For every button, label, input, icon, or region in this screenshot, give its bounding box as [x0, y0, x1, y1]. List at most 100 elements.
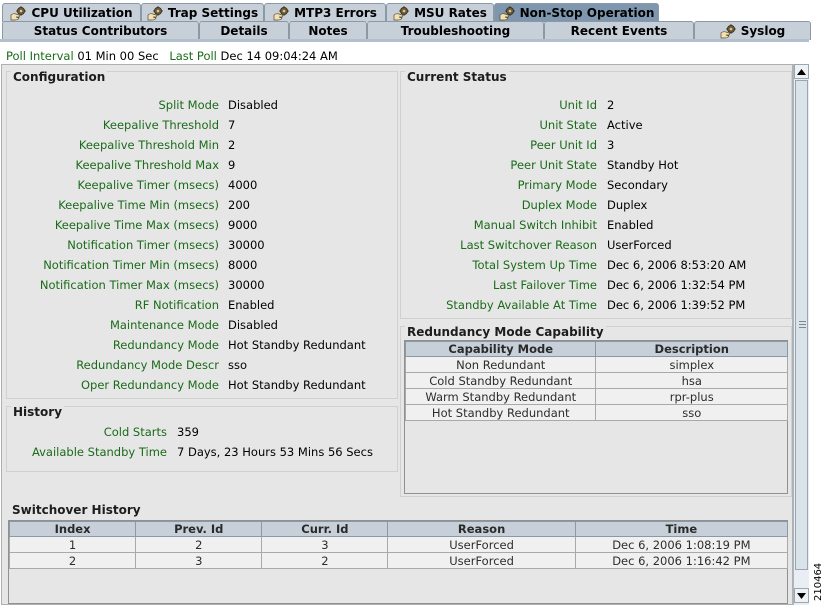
- table-cell: UserForced: [387, 536, 576, 553]
- field-label: Unit Id: [559, 98, 597, 112]
- field-row: Peer Unit State Standby Hot: [401, 158, 791, 178]
- field-row: Cold Starts 359: [7, 425, 397, 445]
- table-row[interactable]: Warm Standby Redundant rpr-plus: [404, 388, 788, 405]
- field-row: Keepalive Threshold 7: [7, 118, 397, 138]
- field-value: 7 Days, 23 Hours 53 Mins 56 Secs: [177, 445, 373, 459]
- tab-mtp3-errors[interactable]: MTP3 Errors: [264, 3, 386, 22]
- grip-line: [799, 324, 806, 325]
- configuration-title: Configuration: [11, 70, 108, 84]
- table-cell: Warm Standby Redundant: [404, 388, 597, 405]
- switchover-history-title: Switchover History: [10, 503, 143, 517]
- tab-cpu-utilization[interactable]: CPU Utilization: [2, 3, 141, 22]
- table-cell: hsa: [595, 372, 788, 389]
- tab-recent-events[interactable]: Recent Events: [544, 21, 694, 40]
- table-cell: 1: [8, 536, 137, 553]
- table-row[interactable]: Cold Standby Redundant hsa: [404, 372, 788, 389]
- poll-interval-label: Poll Interval: [6, 49, 74, 63]
- scroll-down-button[interactable]: [794, 588, 809, 603]
- tab-notes[interactable]: Notes: [289, 21, 367, 40]
- tab-label: MTP3 Errors: [294, 6, 377, 20]
- field-row: Keepalive Timer (msecs) 4000: [7, 178, 397, 198]
- arrow-down-icon: [797, 592, 806, 599]
- configuration-group: Configuration Split Mode Disabled Keepaliv…: [6, 70, 398, 399]
- field-label: Notification Timer Min (msecs): [43, 258, 219, 272]
- gear-hand-icon: [393, 5, 410, 21]
- column-header[interactable]: Description: [595, 341, 788, 357]
- vertical-scrollbar[interactable]: [793, 64, 809, 605]
- gear-hand-icon: [147, 5, 164, 21]
- grip-line: [799, 327, 806, 328]
- field-value: Active: [607, 118, 643, 132]
- poll-interval-value: 01 Min 00 Sec: [77, 49, 159, 63]
- field-row: Redundancy Mode Hot Standby Redundant: [7, 338, 397, 358]
- redundancy-capability-table: Capability Mode Description Non Redundant…: [404, 341, 788, 421]
- tab-msu-rates[interactable]: MSU Rates: [386, 3, 494, 22]
- field-row: Primary Mode Secondary: [401, 178, 791, 198]
- scrollbar-thumb[interactable]: [795, 80, 808, 570]
- field-row: Maintenance Mode Disabled: [7, 318, 397, 338]
- column-header[interactable]: Index: [8, 521, 137, 537]
- table-row[interactable]: Hot Standby Redundant sso: [404, 404, 788, 421]
- table-cell: sso: [595, 404, 788, 421]
- field-label: Oper Redundancy Mode: [81, 378, 219, 392]
- column-header[interactable]: Curr. Id: [261, 521, 389, 537]
- table-cell: Non Redundant: [404, 356, 597, 373]
- field-row: Peer Unit Id 3: [401, 138, 791, 158]
- field-value: 4000: [228, 178, 258, 192]
- column-header[interactable]: Reason: [387, 521, 576, 537]
- tab-troubleshooting[interactable]: Troubleshooting: [367, 21, 544, 40]
- tab-band: [0, 39, 809, 42]
- field-row: Unit State Active: [401, 118, 791, 138]
- field-value: Dec 6, 2006 8:53:20 AM: [607, 258, 747, 272]
- field-value: Disabled: [228, 98, 278, 112]
- main-panel: Configuration Split Mode Disabled Keepaliv…: [1, 64, 793, 605]
- table-cell: 2: [8, 552, 137, 569]
- field-label: Split Mode: [158, 98, 220, 112]
- tab-label: MSU Rates: [414, 6, 487, 20]
- table-row[interactable]: 2 3 2 UserForced Dec 6, 2006 1:16:42 PM: [8, 552, 789, 569]
- field-label: Manual Switch Inhibit: [473, 218, 597, 232]
- grip-line: [799, 321, 806, 322]
- last-poll-label: Last Poll: [169, 49, 217, 63]
- field-label: Keepalive Time Min (msecs): [58, 198, 219, 212]
- field-label: Redundancy Mode Descr: [76, 358, 219, 372]
- field-row: Split Mode Disabled: [7, 98, 397, 118]
- field-value: Secondary: [607, 178, 668, 192]
- column-header[interactable]: Time: [574, 521, 789, 537]
- tab-syslog[interactable]: Syslog: [694, 21, 811, 40]
- column-header[interactable]: Prev. Id: [135, 521, 263, 537]
- field-row: Total System Up Time Dec 6, 2006 8:53:20 …: [401, 258, 791, 278]
- scroll-up-button[interactable]: [794, 64, 809, 79]
- column-header[interactable]: Capability Mode: [404, 341, 597, 357]
- field-row: Keepalive Threshold Min 2: [7, 138, 397, 158]
- field-label: Duplex Mode: [521, 198, 597, 212]
- field-value: 2: [228, 138, 236, 152]
- field-label: Primary Mode: [517, 178, 597, 192]
- table-cell: Hot Standby Redundant: [404, 404, 597, 421]
- field-value: Disabled: [228, 318, 278, 332]
- gear-hand-icon: [10, 5, 27, 21]
- table-row[interactable]: 1 2 3 UserForced Dec 6, 2006 1:08:19 PM: [8, 536, 789, 553]
- table-cell: 2: [135, 536, 263, 553]
- field-value: UserForced: [607, 238, 672, 252]
- field-value: Enabled: [228, 298, 275, 312]
- figure-number: 210464: [813, 562, 824, 602]
- field-label: Standby Available At Time: [446, 298, 597, 312]
- table-cell: simplex: [595, 356, 788, 373]
- field-label: Unit State: [539, 118, 597, 132]
- table-row[interactable]: Non Redundant simplex: [404, 356, 788, 373]
- poll-info: Poll Interval 01 Min 00 Sec Last Poll De…: [6, 49, 345, 63]
- field-row: Unit Id 2: [401, 98, 791, 118]
- tab-label: Troubleshooting: [400, 24, 511, 38]
- tab-status-contributors[interactable]: Status Contributors: [2, 21, 199, 40]
- table-cell: rpr-plus: [595, 388, 788, 405]
- switchover-table-area: Index Prev. Id Curr. Id Reason Time 1 2 3 UserF…: [8, 520, 789, 604]
- field-value: 30000: [228, 278, 265, 292]
- history-group: History Cold Starts 359 Available Standby …: [6, 405, 398, 472]
- tab-trap-settings[interactable]: Trap Settings: [141, 3, 264, 22]
- field-label: Keepalive Threshold: [102, 118, 219, 132]
- tab-details[interactable]: Details: [199, 21, 289, 40]
- tab-non-stop-operation[interactable]: Non-Stop Operation: [494, 3, 659, 22]
- field-row: Available Standby Time 7 Days, 23 Hours 5…: [7, 445, 397, 465]
- field-value: 9: [228, 158, 236, 172]
